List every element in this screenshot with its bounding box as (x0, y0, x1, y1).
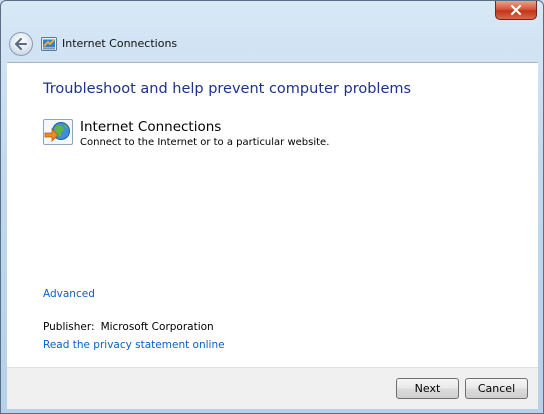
troubleshooter-window: Internet Connections Troubleshoot and he… (0, 0, 544, 414)
publisher-row: Publisher: Microsoft Corporation (43, 321, 214, 333)
navigation-bar: Internet Connections (1, 27, 543, 61)
title-bar[interactable] (1, 1, 543, 25)
network-troubleshooter-icon (43, 119, 73, 145)
page-title: Troubleshoot and help prevent computer p… (43, 81, 412, 97)
publisher-value: Microsoft Corporation (100, 321, 214, 333)
next-button[interactable]: Next (396, 378, 459, 399)
window-title: Internet Connections (62, 37, 178, 50)
window-close-button[interactable] (495, 1, 537, 20)
advanced-link[interactable]: Advanced (43, 288, 95, 300)
troubleshooting-icon (41, 37, 57, 51)
cancel-button[interactable]: Cancel (465, 378, 528, 399)
task-description: Connect to the Internet or to a particul… (80, 137, 330, 148)
close-icon (510, 5, 522, 15)
back-arrow-icon (15, 38, 27, 50)
publisher-label: Publisher: (43, 321, 95, 333)
content-panel: Troubleshoot and help prevent computer p… (7, 62, 538, 367)
privacy-statement-link[interactable]: Read the privacy statement online (43, 339, 225, 351)
button-bar: Next Cancel (7, 367, 538, 409)
task-title[interactable]: Internet Connections (80, 119, 221, 135)
back-button[interactable] (9, 32, 33, 56)
